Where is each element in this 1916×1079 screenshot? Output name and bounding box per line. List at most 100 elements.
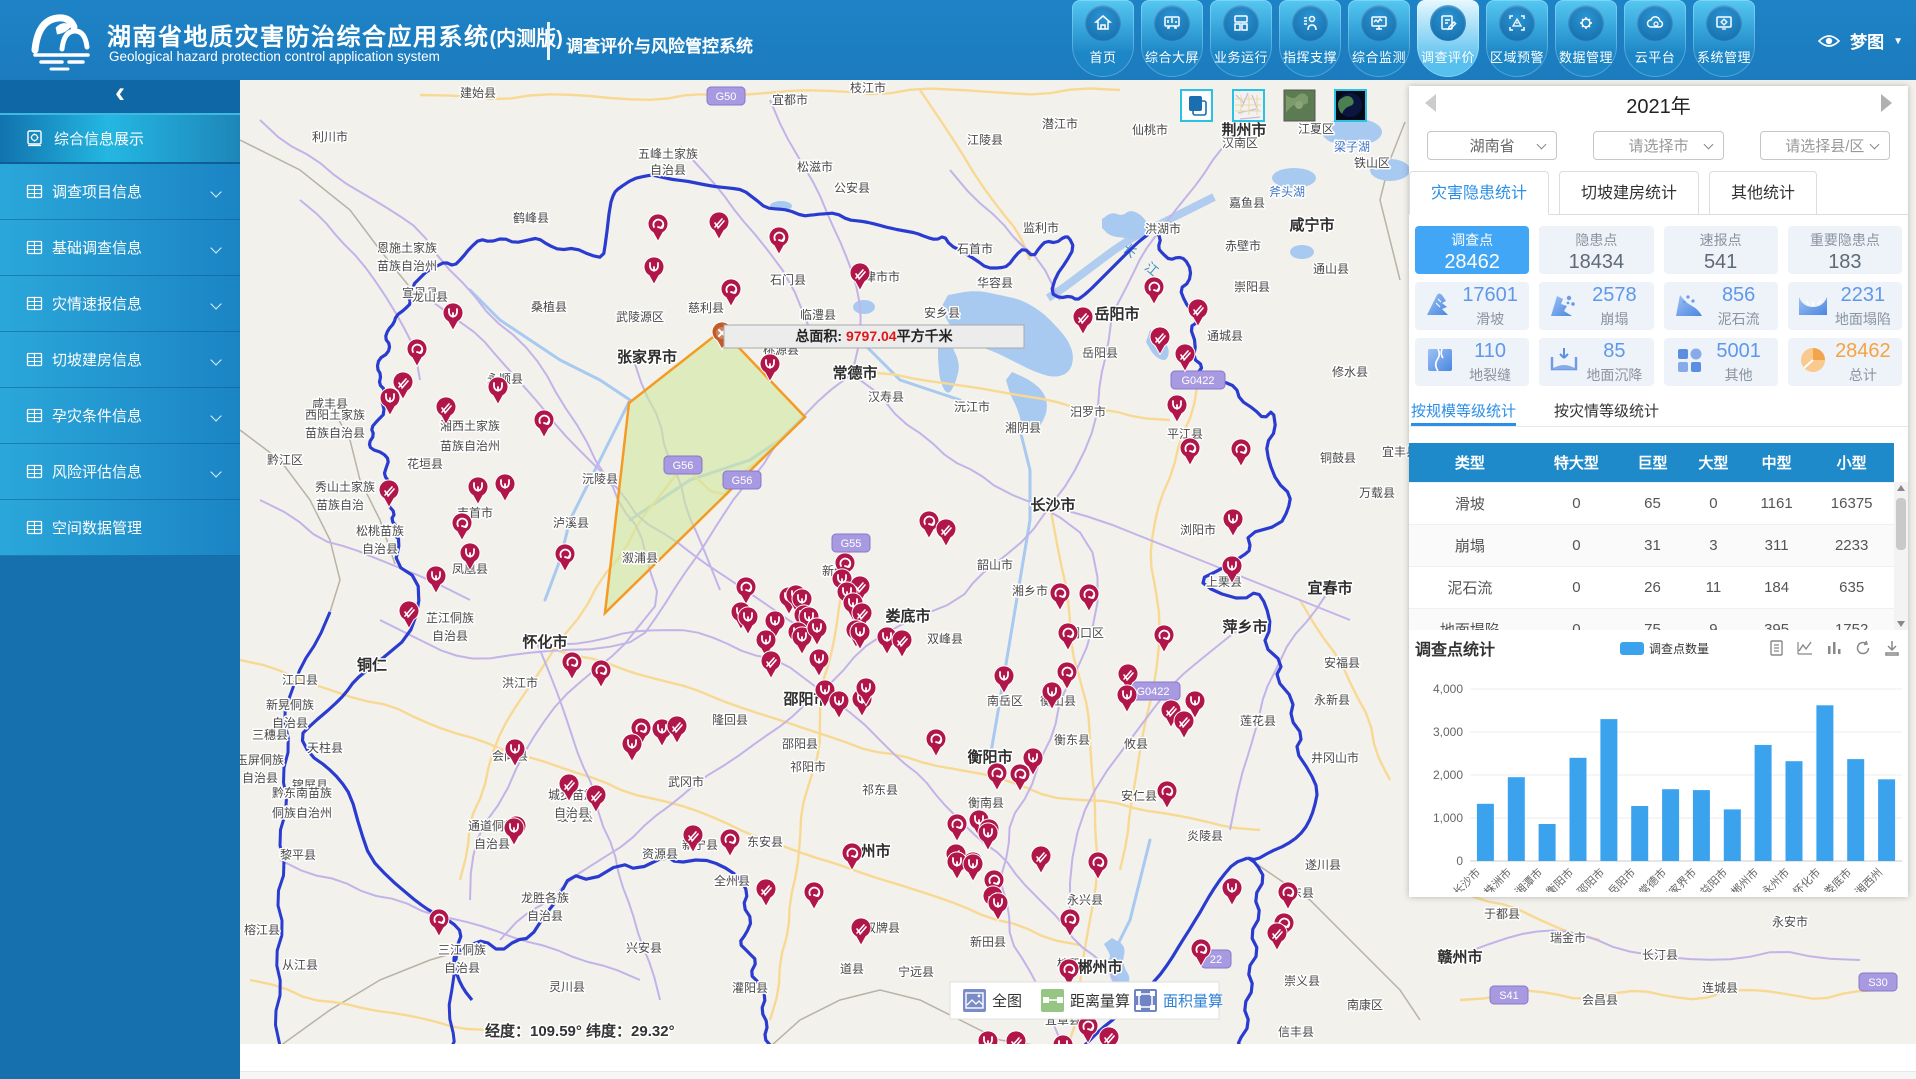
svg-text:衡南县: 衡南县 xyxy=(968,795,1004,810)
svg-text:井冈山市: 井冈山市 xyxy=(1311,750,1359,765)
svg-text:崇阳县: 崇阳县 xyxy=(1234,280,1270,294)
svg-text:修水县: 修水县 xyxy=(1332,364,1368,379)
svg-text:岳阳市: 岳阳市 xyxy=(1605,865,1638,892)
svg-text:新晃侗族: 新晃侗族 xyxy=(266,697,314,712)
svg-text:常德市: 常德市 xyxy=(1636,865,1669,892)
svg-text:崇义县: 崇义县 xyxy=(1284,974,1320,988)
svg-text:南康区: 南康区 xyxy=(1347,997,1383,1012)
svg-text:斧头湖: 斧头湖 xyxy=(1269,184,1305,199)
svg-text:铜鼓县: 铜鼓县 xyxy=(1320,450,1356,465)
svg-text:赤壁市: 赤壁市 xyxy=(1225,238,1261,253)
svg-text:宜春市: 宜春市 xyxy=(1307,579,1352,597)
svg-text:S30: S30 xyxy=(1868,977,1888,989)
svg-text:总面积: 9797.04平方千米: 总面积: 9797.04平方千米 xyxy=(795,328,953,344)
svg-text:娄底市: 娄底市 xyxy=(885,607,930,625)
svg-text:东安县: 东安县 xyxy=(747,834,783,849)
svg-text:益阳市: 益阳市 xyxy=(1697,865,1730,892)
svg-text:自治县: 自治县 xyxy=(527,909,563,923)
svg-text:S41: S41 xyxy=(1499,990,1519,1002)
svg-text:双峰县: 双峰县 xyxy=(927,632,963,646)
svg-text:攸县: 攸县 xyxy=(1124,736,1148,751)
svg-text:自治县: 自治县 xyxy=(362,542,398,556)
svg-text:湘西土家族: 湘西土家族 xyxy=(440,418,500,433)
svg-text:怀化市: 怀化市 xyxy=(1790,865,1823,892)
svg-text:玉屏侗族: 玉屏侗族 xyxy=(240,753,284,767)
svg-text:枝江市: 枝江市 xyxy=(850,80,886,95)
svg-text:瑞金市: 瑞金市 xyxy=(1550,930,1586,945)
svg-text:江口县: 江口县 xyxy=(282,673,318,687)
svg-text:苗族自治县: 苗族自治县 xyxy=(305,426,365,440)
svg-text:G56: G56 xyxy=(673,460,694,472)
svg-text:武陵源区: 武陵源区 xyxy=(616,310,664,324)
svg-text:华容县: 华容县 xyxy=(977,275,1013,290)
svg-text:鹤峰县: 鹤峰县 xyxy=(513,210,549,225)
svg-text:4,000: 4,000 xyxy=(1433,682,1463,696)
svg-text:万载县: 万载县 xyxy=(1359,486,1395,500)
svg-text:邵阳县: 邵阳县 xyxy=(782,737,818,751)
svg-text:自治县: 自治县 xyxy=(474,837,510,851)
svg-text:衡东县: 衡东县 xyxy=(1054,733,1090,747)
svg-text:铜仁: 铜仁 xyxy=(357,656,387,674)
svg-text:22: 22 xyxy=(1210,954,1222,966)
svg-text:张家界市: 张家界市 xyxy=(617,348,677,366)
svg-text:长沙市: 长沙市 xyxy=(1450,865,1483,892)
svg-text:全州县: 全州县 xyxy=(714,873,750,888)
svg-text:洪江市: 洪江市 xyxy=(502,675,538,690)
svg-text:G0422: G0422 xyxy=(1136,686,1169,698)
svg-text:安福县: 安福县 xyxy=(1324,655,1360,670)
svg-text:通山县: 通山县 xyxy=(1313,262,1349,276)
svg-text:永州市: 永州市 xyxy=(1759,865,1792,892)
svg-text:宜都市: 宜都市 xyxy=(772,92,808,107)
svg-text:黔江区: 黔江区 xyxy=(267,452,303,467)
svg-text:连城县: 连城县 xyxy=(1702,980,1738,995)
svg-text:衡阳市: 衡阳市 xyxy=(1543,865,1576,892)
svg-text:炎陵县: 炎陵县 xyxy=(1187,829,1223,843)
svg-text:洪湖市: 洪湖市 xyxy=(1145,221,1181,236)
svg-text:韶山市: 韶山市 xyxy=(977,557,1013,572)
svg-text:衡阳市: 衡阳市 xyxy=(967,748,1012,766)
svg-text:长沙市: 长沙市 xyxy=(1030,496,1075,514)
svg-text:萍乡市: 萍乡市 xyxy=(1222,618,1267,636)
svg-text:自治县: 自治县 xyxy=(444,961,480,975)
svg-text:监利市: 监利市 xyxy=(1023,220,1059,235)
svg-text:自治县: 自治县 xyxy=(554,806,590,820)
svg-text:会昌县: 会昌县 xyxy=(1582,993,1618,1007)
svg-text:湘阴县: 湘阴县 xyxy=(1005,420,1041,435)
svg-text:汉寿县: 汉寿县 xyxy=(868,390,904,404)
svg-text:怀化市: 怀化市 xyxy=(522,633,567,651)
svg-text:G0422: G0422 xyxy=(1181,375,1214,387)
svg-text:天柱县: 天柱县 xyxy=(307,740,343,755)
svg-text:郴州市: 郴州市 xyxy=(1077,958,1122,976)
svg-text:仙桃市: 仙桃市 xyxy=(1132,122,1168,137)
svg-text:三穗县: 三穗县 xyxy=(252,728,288,742)
svg-text:隆回县: 隆回县 xyxy=(712,712,748,727)
svg-text:花垣县: 花垣县 xyxy=(407,456,443,471)
svg-text:灌阳县: 灌阳县 xyxy=(732,981,768,995)
svg-text:祁阳市: 祁阳市 xyxy=(790,759,826,774)
svg-text:汨罗市: 汨罗市 xyxy=(1070,404,1106,419)
svg-text:面积量算: 面积量算 xyxy=(1163,992,1223,1010)
svg-text:赣州市: 赣州市 xyxy=(1437,948,1482,966)
svg-text:G56: G56 xyxy=(732,475,753,487)
svg-text:于都县: 于都县 xyxy=(1484,907,1520,921)
svg-text:黔东南苗族: 黔东南苗族 xyxy=(272,785,332,800)
svg-text:岳阳县: 岳阳县 xyxy=(1082,346,1118,360)
svg-text:0: 0 xyxy=(1456,854,1463,868)
svg-text:G55: G55 xyxy=(841,538,862,550)
svg-text:遂川县: 遂川县 xyxy=(1305,858,1341,872)
svg-text:桑植县: 桑植县 xyxy=(531,299,567,314)
svg-text:嘉鱼县: 嘉鱼县 xyxy=(1229,196,1265,210)
svg-text:潜江市: 潜江市 xyxy=(1042,116,1078,131)
svg-text:建始县: 建始县 xyxy=(460,86,496,100)
svg-text:沅江市: 沅江市 xyxy=(954,399,990,414)
svg-text:湘潭市: 湘潭市 xyxy=(1512,865,1545,892)
svg-text:永新县: 永新县 xyxy=(1314,692,1350,707)
svg-text:道县: 道县 xyxy=(840,962,864,976)
svg-text:莲花县: 莲花县 xyxy=(1240,713,1276,728)
svg-text:汉南区: 汉南区 xyxy=(1222,135,1258,150)
svg-text:苗族自治州: 苗族自治州 xyxy=(440,439,500,453)
svg-text:安乡县: 安乡县 xyxy=(924,305,960,320)
svg-text:信丰县: 信丰县 xyxy=(1278,1025,1314,1039)
svg-text:侗族自治州: 侗族自治州 xyxy=(272,806,332,820)
svg-text:溆浦县: 溆浦县 xyxy=(622,551,658,565)
